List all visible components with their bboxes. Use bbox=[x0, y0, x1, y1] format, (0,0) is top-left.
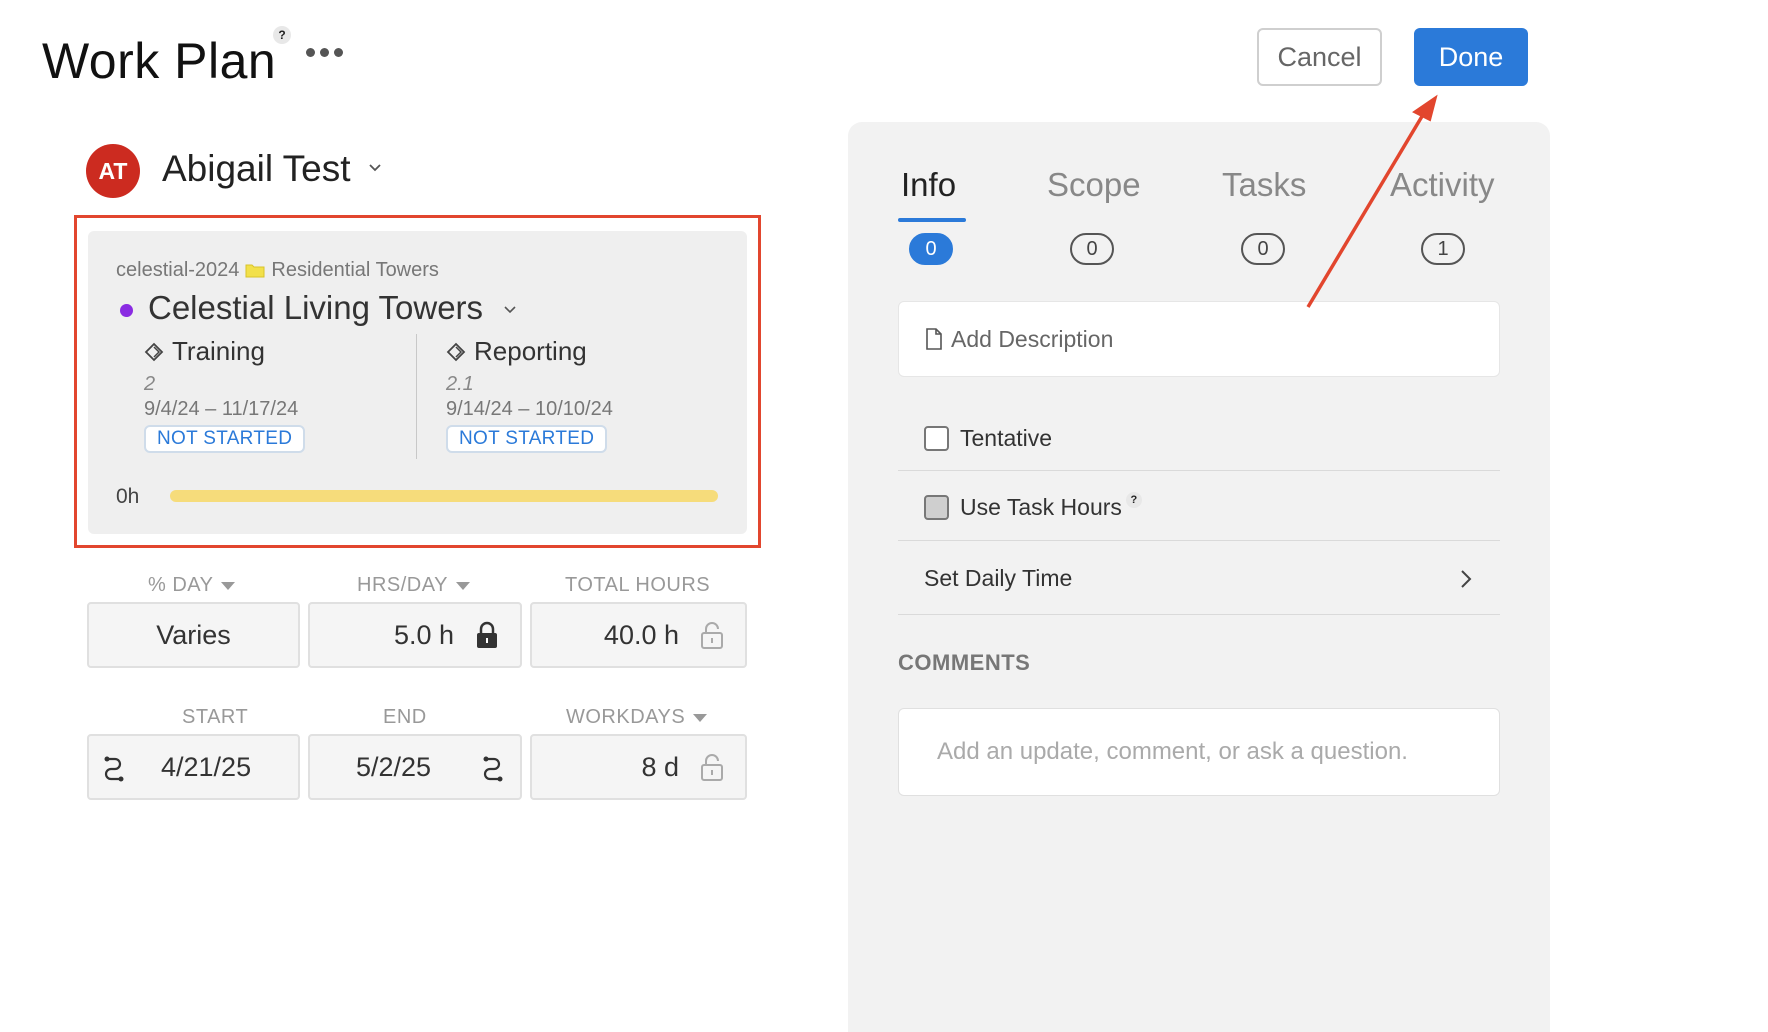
end-date-field[interactable]: 5/2/25 bbox=[308, 734, 522, 800]
comment-input[interactable]: Add an update, comment, or ask a questio… bbox=[898, 708, 1500, 796]
hrs-day-field[interactable]: 5.0 h bbox=[308, 602, 522, 668]
caret-down-icon bbox=[693, 713, 708, 722]
workdays-value: 8 d bbox=[641, 751, 679, 782]
tentative-checkbox[interactable] bbox=[924, 425, 949, 451]
tentative-row[interactable]: Tentative bbox=[898, 424, 1500, 452]
pct-day-field[interactable]: Varies bbox=[87, 602, 300, 668]
chevron-right-icon bbox=[1461, 570, 1472, 588]
start-label: START bbox=[182, 706, 249, 728]
lock-icon[interactable] bbox=[474, 620, 500, 650]
pct-day-value: Varies bbox=[156, 619, 231, 650]
tab-tasks[interactable]: Tasks bbox=[1222, 166, 1306, 204]
end-label: END bbox=[383, 706, 427, 728]
start-date-field[interactable]: 4/21/25 bbox=[87, 734, 300, 800]
set-daily-time-row[interactable]: Set Daily Time bbox=[898, 563, 1500, 593]
total-hours-field[interactable]: 40.0 h bbox=[530, 602, 747, 668]
tab-scope[interactable]: Scope bbox=[1047, 166, 1141, 204]
hrs-day-value: 5.0 h bbox=[393, 619, 454, 650]
highlight-annotation bbox=[74, 215, 761, 548]
use-task-hours-row[interactable]: Use Task Hours ? bbox=[898, 492, 1500, 521]
tab-tasks-count: 0 bbox=[1241, 233, 1285, 265]
dependency-link-icon[interactable] bbox=[482, 755, 504, 783]
unlock-icon[interactable] bbox=[699, 620, 725, 650]
divider bbox=[898, 470, 1500, 471]
document-icon bbox=[926, 328, 942, 350]
dependency-link-icon[interactable] bbox=[103, 755, 125, 783]
divider bbox=[898, 540, 1500, 541]
comments-heading: COMMENTS bbox=[898, 650, 1031, 675]
chevron-down-icon[interactable] bbox=[368, 160, 382, 174]
set-daily-time-label: Set Daily Time bbox=[924, 564, 1073, 591]
divider bbox=[898, 614, 1500, 615]
add-description-button[interactable]: Add Description bbox=[898, 301, 1500, 377]
tab-info-count: 0 bbox=[909, 233, 953, 265]
end-date-value: 5/2/25 bbox=[356, 751, 432, 782]
tab-scope-count: 0 bbox=[1070, 233, 1114, 265]
done-button[interactable]: Done bbox=[1414, 28, 1528, 86]
workdays-label[interactable]: WORKDAYS bbox=[566, 706, 708, 729]
caret-down-icon bbox=[221, 581, 236, 590]
help-icon[interactable]: ? bbox=[1125, 492, 1142, 508]
tab-activity-count: 1 bbox=[1421, 233, 1465, 265]
tentative-label: Tentative bbox=[960, 424, 1053, 451]
hrs-day-label[interactable]: HRS/DAY bbox=[357, 574, 470, 597]
help-icon[interactable]: ? bbox=[273, 26, 291, 44]
avatar: AT bbox=[86, 144, 140, 198]
use-task-hours-label: Use Task Hours bbox=[960, 493, 1122, 520]
total-hours-value: 40.0 h bbox=[603, 619, 679, 650]
use-task-hours-checkbox[interactable] bbox=[924, 494, 949, 520]
pct-day-label[interactable]: % DAY bbox=[148, 574, 236, 597]
page-title: Work Plan bbox=[42, 33, 277, 89]
member-name[interactable]: Abigail Test bbox=[162, 148, 351, 190]
more-options-icon[interactable] bbox=[306, 48, 343, 57]
caret-down-icon bbox=[455, 581, 470, 590]
start-date-value: 4/21/25 bbox=[161, 751, 252, 782]
add-description-label: Add Description bbox=[951, 325, 1114, 352]
tab-info[interactable]: Info bbox=[901, 166, 956, 204]
unlock-icon[interactable] bbox=[699, 752, 725, 782]
tab-activity[interactable]: Activity bbox=[1390, 166, 1495, 204]
active-tab-indicator bbox=[898, 218, 966, 222]
total-hours-label: TOTAL HOURS bbox=[565, 574, 711, 596]
cancel-button[interactable]: Cancel bbox=[1257, 28, 1382, 86]
workdays-field[interactable]: 8 d bbox=[530, 734, 747, 800]
